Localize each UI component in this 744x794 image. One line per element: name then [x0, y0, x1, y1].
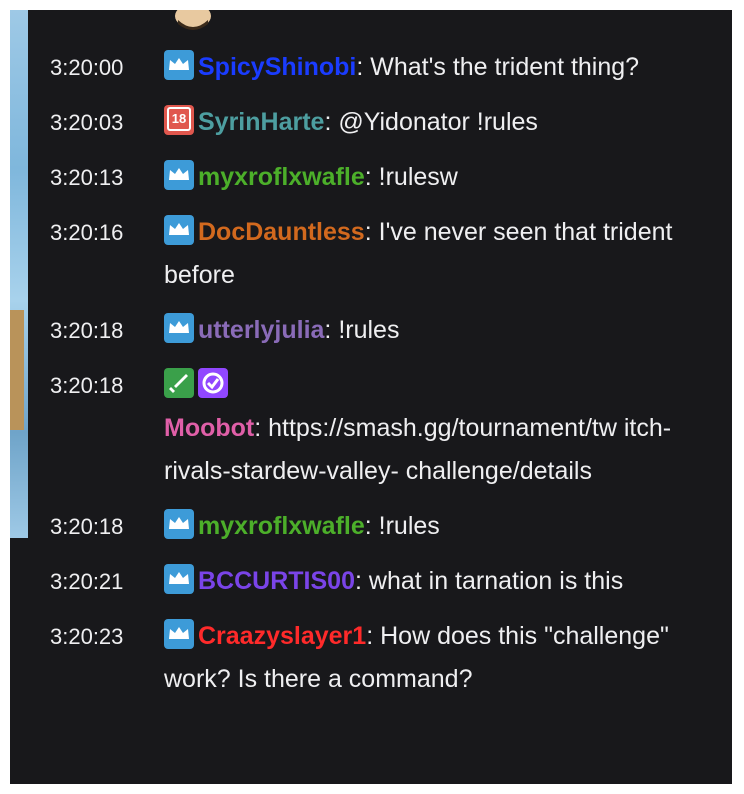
- chat-panel: 3:20:00 SpicyShinobi: What's the trident…: [10, 10, 732, 784]
- crown-badge-icon[interactable]: [164, 50, 194, 80]
- chat-message[interactable]: 3:20:23 Craazyslayer1: How does this "ch…: [50, 615, 730, 701]
- message-timestamp: 3:20:23: [50, 624, 124, 649]
- message-timestamp: 3:20:16: [50, 220, 124, 245]
- username[interactable]: DocDauntless: [198, 218, 365, 246]
- separator: :: [364, 512, 379, 540]
- username[interactable]: BCCURTIS00: [198, 567, 355, 595]
- crown-badge-icon[interactable]: [164, 160, 194, 190]
- age-18-badge-icon[interactable]: 18: [164, 105, 194, 135]
- crown-badge-icon[interactable]: [164, 215, 194, 245]
- chat-message[interactable]: 3:20:18 myxroflxwafle: !rules: [50, 505, 730, 548]
- chat-message-list: 3:20:00 SpicyShinobi: What's the trident…: [50, 46, 730, 713]
- chat-message[interactable]: 3:20:00 SpicyShinobi: What's the trident…: [50, 46, 730, 89]
- message-timestamp: 3:20:03: [50, 110, 124, 135]
- separator: :: [324, 108, 339, 136]
- username[interactable]: SpicyShinobi: [198, 53, 356, 81]
- crown-badge-icon[interactable]: [164, 564, 194, 594]
- separator: :: [356, 53, 371, 81]
- chat-message[interactable]: 3:20:18 Moobot: https://smash.gg/tournam…: [50, 364, 730, 493]
- message-text: !rulesw: [378, 163, 458, 191]
- username[interactable]: Moobot: [164, 414, 254, 442]
- separator: :: [364, 218, 379, 246]
- message-timestamp: 3:20:18: [50, 514, 124, 539]
- message-timestamp: 3:20:13: [50, 165, 124, 190]
- chat-message[interactable]: 3:20:03 18 SyrinHarte: @Yidonator !rules: [50, 101, 730, 144]
- message-timestamp: 3:20:18: [50, 373, 124, 398]
- separator: :: [364, 163, 379, 191]
- separator: :: [366, 622, 381, 650]
- crown-badge-icon[interactable]: [164, 509, 194, 539]
- verified-badge-icon[interactable]: [198, 368, 228, 398]
- username[interactable]: myxroflxwafle: [198, 163, 365, 191]
- message-text: !rules: [338, 316, 400, 344]
- chat-message[interactable]: 3:20:18 utterlyjulia: !rules: [50, 309, 730, 352]
- chat-message[interactable]: 3:20:13 myxroflxwafle: !rulesw: [50, 156, 730, 199]
- sword-badge-icon[interactable]: [164, 368, 194, 398]
- message-text: !rules: [378, 512, 440, 540]
- crown-badge-icon[interactable]: [164, 619, 194, 649]
- username[interactable]: utterlyjulia: [198, 316, 324, 344]
- message-timestamp: 3:20:21: [50, 569, 124, 594]
- avatar-emote-icon: [175, 10, 211, 30]
- separator: :: [354, 567, 369, 595]
- message-timestamp: 3:20:18: [50, 318, 124, 343]
- message-text: What's the trident thing?: [370, 53, 640, 81]
- message-timestamp: 3:20:00: [50, 55, 124, 80]
- username[interactable]: Craazyslayer1: [198, 622, 366, 650]
- username[interactable]: myxroflxwafle: [198, 512, 365, 540]
- username[interactable]: SyrinHarte: [198, 108, 324, 136]
- separator: :: [254, 414, 269, 442]
- stream-video-edge: [10, 10, 28, 538]
- message-text: @Yidonator !rules: [338, 108, 538, 136]
- message-text: what in tarnation is this: [368, 567, 624, 595]
- separator: :: [324, 316, 339, 344]
- crown-badge-icon[interactable]: [164, 313, 194, 343]
- chat-message[interactable]: 3:20:21 BCCURTIS00: what in tarnation is…: [50, 560, 730, 603]
- chat-message[interactable]: 3:20:16 DocDauntless: I've never seen th…: [50, 211, 730, 297]
